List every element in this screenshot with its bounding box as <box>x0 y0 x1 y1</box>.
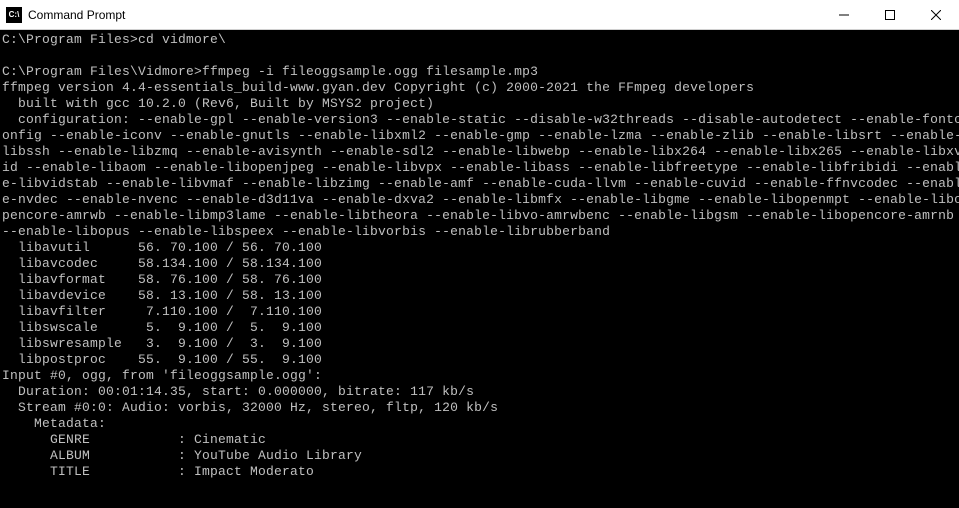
window-title: Command Prompt <box>28 8 821 22</box>
cmd-icon: C:\ <box>6 7 22 23</box>
terminal-output[interactable]: C:\Program Files>cd vidmore\ C:\Program … <box>0 30 959 508</box>
window-controls <box>821 0 959 29</box>
maximize-button[interactable] <box>867 0 913 29</box>
close-button[interactable] <box>913 0 959 29</box>
minimize-button[interactable] <box>821 0 867 29</box>
window-titlebar: C:\ Command Prompt <box>0 0 959 30</box>
